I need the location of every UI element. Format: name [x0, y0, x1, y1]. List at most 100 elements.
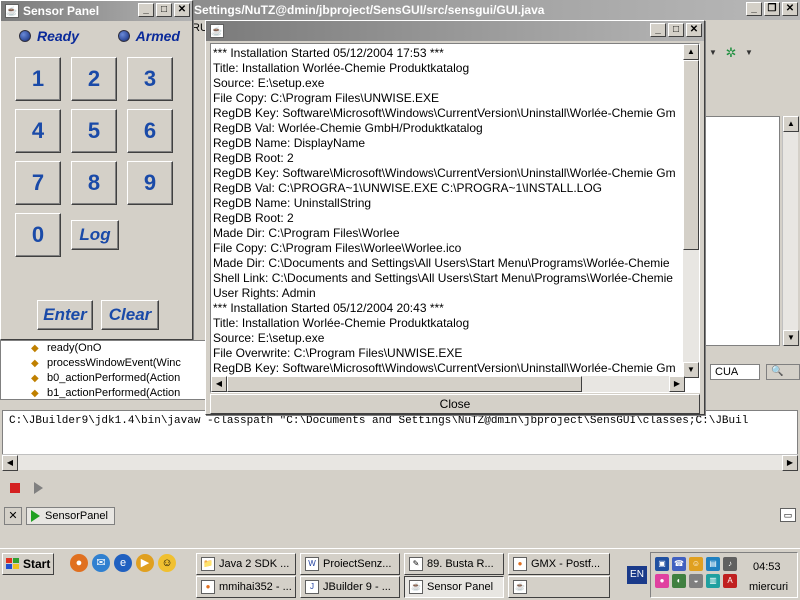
tray-network-icon[interactable]: ▣ [655, 557, 669, 571]
scroll-up-arrow-icon[interactable]: ▲ [783, 116, 799, 132]
task-label: Sensor Panel [427, 581, 494, 593]
indicator-label: Armed [135, 28, 180, 44]
dropdown-arrow-icon[interactable]: ▼ [740, 44, 758, 62]
key-6[interactable]: 6 [127, 109, 173, 153]
tab-sensorpanel[interactable]: SensorPanel [26, 507, 115, 525]
log-line: RegDB Key: Software\Microsoft\Windows\Cu… [213, 166, 676, 180]
clock[interactable]: 04:53 [753, 561, 781, 573]
task-sensor-panel[interactable]: ☕ Sensor Panel [404, 576, 504, 598]
stop-button[interactable] [8, 481, 22, 495]
scroll-left-arrow-icon[interactable]: ◀ [211, 376, 227, 392]
ide-window-buttons: _ ❐ ✕ [746, 2, 798, 16]
tray-phone-icon[interactable]: ☎ [672, 557, 686, 571]
tray-update-icon[interactable]: ◒ [689, 574, 703, 588]
key-0[interactable]: 0 [15, 213, 61, 257]
tray-messenger-icon[interactable]: ☺ [689, 557, 703, 571]
log-lines: *** Installation Started 05/12/2004 17:5… [213, 46, 683, 376]
tray-ati-icon[interactable]: A [723, 574, 737, 588]
tray-chat-icon[interactable]: ● [655, 574, 669, 588]
log-line: File Copy: C:\Program Files\UNWISE.EXE [213, 91, 440, 105]
method-icon: ◆ [31, 388, 39, 399]
task-java-sdk[interactable]: 📁 Java 2 SDK ... [196, 553, 296, 575]
key-1[interactable]: 1 [15, 57, 61, 101]
window-buttons: _ □ ✕ [138, 3, 190, 17]
method-icon: ◆ [31, 373, 39, 384]
close-button[interactable]: ✕ [174, 3, 190, 17]
key-9[interactable]: 9 [127, 161, 173, 205]
close-log-button[interactable]: Close [210, 394, 700, 414]
editor-vertical-scrollbar[interactable]: ▲ ▼ [782, 116, 799, 346]
scroll-thumb[interactable] [683, 60, 699, 250]
start-button[interactable]: Start [2, 553, 54, 575]
debug-icon[interactable]: ✲ [722, 44, 740, 62]
structure-item[interactable]: ◆ b1_actionPerformed(Action [1, 386, 205, 399]
key-2[interactable]: 2 [71, 57, 117, 101]
task-gmx[interactable]: ● GMX - Postf... [508, 553, 610, 575]
enter-button[interactable]: Enter [37, 300, 93, 330]
close-tab-icon[interactable]: ✕ [4, 507, 22, 525]
log-line: RegDB Name: DisplayName [213, 136, 366, 150]
sensor-panel-titlebar[interactable]: ☕ Sensor Panel _ □ ✕ [1, 1, 192, 21]
scroll-up-arrow-icon[interactable]: ▲ [683, 44, 699, 60]
tray-sound-icon[interactable]: ♪ [723, 557, 737, 571]
maximize-pane-icon[interactable]: ▭ [780, 508, 796, 522]
key-5[interactable]: 5 [71, 109, 117, 153]
minimize-button[interactable]: _ [746, 2, 762, 16]
key-3[interactable]: 3 [127, 57, 173, 101]
dropdown-arrow-icon[interactable]: ▼ [704, 44, 722, 62]
restore-button[interactable]: ❐ [764, 2, 780, 16]
key-7[interactable]: 7 [15, 161, 61, 205]
scroll-left-arrow-icon[interactable]: ◀ [2, 455, 18, 471]
task-word-doc[interactable]: W ProiectSenz... [300, 553, 400, 575]
task-log-window[interactable]: ☕ [508, 576, 610, 598]
log-button[interactable]: Log [71, 220, 119, 250]
log-text-area[interactable]: *** Installation Started 05/12/2004 17:5… [210, 43, 700, 393]
maximize-button[interactable]: □ [668, 23, 684, 37]
log-window-titlebar[interactable]: ☕ _ □ ✕ [206, 21, 704, 41]
message-horizontal-scrollbar[interactable]: ◀ ▶ [2, 454, 798, 471]
structure-item[interactable]: ◆ b0_actionPerformed(Action [1, 371, 205, 386]
log-line: RegDB Root: 2 [213, 211, 294, 225]
scroll-down-arrow-icon[interactable]: ▼ [783, 330, 799, 346]
firefox-icon[interactable]: ● [70, 554, 88, 572]
tray-display-icon[interactable]: ▤ [706, 557, 720, 571]
close-button[interactable]: ✕ [782, 2, 798, 16]
task-mmihai[interactable]: ● mmihai352 - ... [196, 576, 296, 598]
resume-icon[interactable] [34, 482, 43, 494]
minimize-button[interactable]: _ [138, 3, 154, 17]
log-horizontal-scrollbar[interactable]: ◀ ▶ [211, 376, 685, 392]
scroll-down-arrow-icon[interactable]: ▼ [683, 362, 699, 378]
tray-monitor-icon[interactable]: ▥ [706, 574, 720, 588]
structure-item[interactable]: ◆ processWindowEvent(Winc [1, 356, 205, 371]
media-player-icon[interactable]: ▶ [136, 554, 154, 572]
minimize-button[interactable]: _ [650, 23, 666, 37]
code-editor[interactable] [700, 116, 780, 346]
search-select[interactable]: 🔍 [766, 364, 800, 380]
log-line: File Overwrite: C:\Program Files\UNWISE.… [213, 346, 463, 360]
key-8[interactable]: 8 [71, 161, 117, 205]
close-button[interactable]: ✕ [686, 23, 702, 37]
java-app-icon: ☕ [5, 4, 19, 18]
stop-icon [10, 483, 20, 493]
structure-item[interactable]: ◆ ready(OnO [1, 341, 205, 356]
language-indicator[interactable]: EN [627, 566, 647, 584]
internet-explorer-icon[interactable]: e [114, 554, 132, 572]
key-4[interactable]: 4 [15, 109, 61, 153]
task-busta[interactable]: ✎ 89. Busta R... [404, 553, 504, 575]
tray-security-icon[interactable]: ◐ [672, 574, 686, 588]
scroll-right-arrow-icon[interactable]: ▶ [782, 455, 798, 471]
email-icon[interactable]: ✉ [92, 554, 110, 572]
keymap-select[interactable]: CUA [710, 364, 760, 380]
scroll-thumb[interactable] [227, 376, 582, 392]
clear-button[interactable]: Clear [101, 300, 159, 330]
ide-toolbar: ▼ ✲ ▼ [690, 40, 800, 66]
structure-item-label: b0_actionPerformed(Action [47, 372, 181, 384]
task-jbuilder[interactable]: J JBuilder 9 - ... [300, 576, 400, 598]
log-line: Source: E:\setup.exe [213, 331, 325, 345]
scroll-right-arrow-icon[interactable]: ▶ [669, 376, 685, 392]
messenger-icon[interactable]: ☺ [158, 554, 176, 572]
maximize-button[interactable]: □ [156, 3, 172, 17]
log-vertical-scrollbar[interactable]: ▲ ▼ [683, 44, 699, 378]
run-controls [8, 478, 43, 498]
window-buttons: _ □ ✕ [650, 23, 702, 37]
